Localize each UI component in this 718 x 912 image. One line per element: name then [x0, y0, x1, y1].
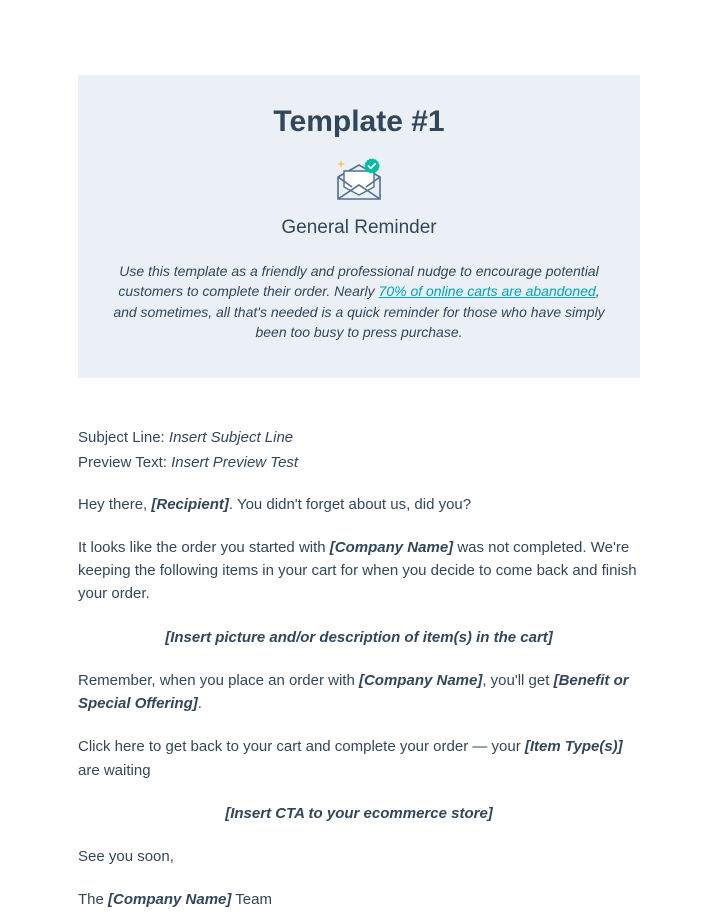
greeting-paragraph: Hey there, [Recipient]. You didn't forge… [78, 493, 640, 516]
greeting-pre: Hey there, [78, 496, 151, 513]
company-placeholder-2: [Company Name] [359, 672, 482, 689]
preview-value: Insert Preview Test [171, 454, 298, 471]
benefit-paragraph: Remember, when you place an order with [… [78, 669, 640, 716]
subject-value: Insert Subject Line [169, 429, 293, 446]
order-paragraph: It looks like the order you started with… [78, 536, 640, 606]
signoff: See you soon, [78, 845, 640, 868]
insert-picture-placeholder: [Insert picture and/or description of it… [78, 626, 640, 649]
cta-paragraph: Click here to get back to your cart and … [78, 735, 640, 782]
preview-label: Preview Text: [78, 454, 171, 471]
template-title: Template #1 [108, 105, 610, 139]
greeting-post: . You didn't forget about us, did you? [229, 496, 471, 513]
envelope-check-icon [108, 157, 610, 205]
recipient-placeholder: [Recipient] [151, 496, 229, 513]
company-placeholder-3: [Company Name] [108, 891, 231, 908]
benefit-post: . [198, 695, 202, 712]
abandoned-cart-stat-link[interactable]: 70% of online carts are abandoned [379, 283, 596, 299]
insert-cta-placeholder: [Insert CTA to your ecommerce store] [78, 802, 640, 825]
benefit-mid: , you'll get [482, 672, 553, 689]
order-pre: It looks like the order you started with [78, 539, 330, 556]
cta-pre: Click here to get back to your cart and … [78, 738, 525, 755]
subject-label: Subject Line: [78, 429, 169, 446]
cta-post: are waiting [78, 762, 151, 779]
benefit-pre: Remember, when you place an order with [78, 672, 359, 689]
preview-text: Preview Text: Insert Preview Test [78, 451, 640, 474]
company-placeholder-1: [Company Name] [330, 539, 453, 556]
template-subtitle: General Reminder [108, 217, 610, 239]
closing: The [Company Name] Team [78, 888, 640, 911]
closing-pre: The [78, 891, 108, 908]
template-intro: Use this template as a friendly and prof… [108, 261, 610, 342]
template-body: Subject Line: Insert Subject Line Previe… [78, 378, 640, 912]
closing-post: Team [231, 891, 272, 908]
item-type-placeholder: [Item Type(s)] [525, 738, 623, 755]
template-header: Template #1 General Reminder Use this te… [78, 75, 640, 378]
subject-line: Subject Line: Insert Subject Line [78, 426, 640, 449]
